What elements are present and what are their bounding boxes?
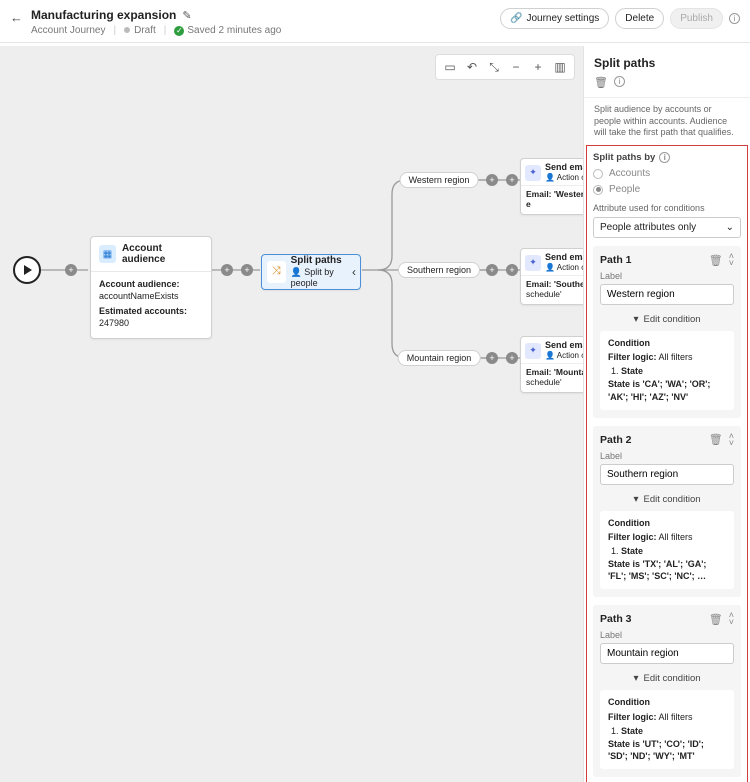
- add-node[interactable]: +: [506, 174, 518, 186]
- delete-button[interactable]: Delete: [615, 8, 664, 29]
- zoom-out-icon[interactable]: −: [508, 59, 524, 75]
- attribute-select[interactable]: People attributes only ⌄: [593, 217, 741, 238]
- canvas[interactable]: ▭ ↶ ⤡ − + ▥ + + + + + + + + +: [0, 46, 583, 782]
- saved-check-icon: ✓: [174, 26, 184, 36]
- add-node[interactable]: +: [221, 264, 233, 276]
- split-icon: ⤨: [267, 261, 286, 283]
- filter-icon: ▾: [633, 673, 638, 684]
- back-arrow-icon[interactable]: ←: [10, 10, 23, 25]
- side-panel: Split paths 🗑 i Split audience by accoun…: [583, 46, 750, 782]
- fit-icon[interactable]: ▭: [442, 59, 458, 75]
- add-node[interactable]: +: [486, 352, 498, 364]
- delete-node-icon[interactable]: 🗑: [594, 76, 608, 89]
- chevron-left-icon: ‹: [352, 265, 356, 279]
- audience-icon: ▦: [99, 245, 116, 263]
- journey-type: Account Journey: [31, 25, 106, 36]
- delete-path-icon[interactable]: 🗑: [709, 433, 723, 446]
- condition-summary: Condition Filter logic: All filters Stat…: [600, 511, 734, 590]
- edit-condition-button[interactable]: ▾Edit condition: [600, 314, 734, 325]
- add-node[interactable]: +: [486, 174, 498, 186]
- condition-summary: Condition Filter logic: All filters Stat…: [600, 690, 734, 769]
- header: ← Manufacturing expansion ✎ Account Jour…: [0, 0, 750, 43]
- status-badge: Draft: [134, 25, 156, 36]
- split-config-highlight: Split paths by i Accounts People Attribu…: [586, 145, 748, 782]
- path-name: Path 3: [600, 613, 703, 625]
- path-card: Path 2 🗑 ˄˅ Label ▾Edit condition Condit…: [593, 426, 741, 598]
- path-card: Path 3 🗑 ˄˅ Label ▾Edit condition Condit…: [593, 605, 741, 777]
- email-node[interactable]: ✦ Send ema👤 Action o Email: 'Mountainsch…: [520, 336, 583, 393]
- info-icon[interactable]: i: [659, 152, 670, 163]
- zoom-in-icon[interactable]: +: [530, 59, 546, 75]
- saved-text: Saved 2 minutes ago: [187, 25, 281, 36]
- chevron-down-icon: ⌄: [726, 222, 734, 233]
- path-name: Path 1: [600, 254, 703, 266]
- path-card: Path 1 🗑 ˄˅ Label ▾Edit condition Condit…: [593, 246, 741, 418]
- audience-node[interactable]: ▦ Account audience Account audience: acc…: [90, 236, 212, 339]
- edit-title-icon[interactable]: ✎: [182, 9, 191, 22]
- filter-icon: ▾: [633, 494, 638, 505]
- edit-condition-button[interactable]: ▾Edit condition: [600, 494, 734, 505]
- add-node[interactable]: +: [506, 352, 518, 364]
- delete-path-icon[interactable]: 🗑: [709, 613, 723, 626]
- info-icon[interactable]: i: [729, 13, 740, 24]
- email-node[interactable]: ✦ Send ema👤 Action o Email: 'Western e: [520, 158, 583, 215]
- info-icon[interactable]: i: [614, 76, 625, 87]
- add-node[interactable]: +: [486, 264, 498, 276]
- edit-condition-button[interactable]: ▾Edit condition: [600, 673, 734, 684]
- journey-settings-button[interactable]: 🔗Journey settings: [500, 8, 609, 29]
- map-icon[interactable]: ▥: [552, 59, 568, 75]
- path-label-input[interactable]: [600, 643, 734, 664]
- start-node[interactable]: [13, 256, 41, 284]
- add-node[interactable]: +: [65, 264, 77, 276]
- radio-people: People: [593, 184, 741, 195]
- action-icon: ✦: [525, 343, 541, 359]
- page-title: Manufacturing expansion: [31, 8, 176, 22]
- email-node[interactable]: ✦ Send ema👤 Action o Email: 'Southernsch…: [520, 248, 583, 305]
- branch-label[interactable]: Western region: [400, 172, 479, 188]
- filter-icon: ▾: [633, 314, 638, 325]
- radio-accounts: Accounts: [593, 168, 741, 179]
- canvas-toolbar: ▭ ↶ ⤡ − + ▥: [435, 54, 575, 80]
- add-node[interactable]: +: [241, 264, 253, 276]
- action-icon: ✦: [525, 165, 541, 181]
- undo-icon[interactable]: ↶: [464, 59, 480, 75]
- action-icon: ✦: [525, 255, 541, 271]
- audience-title: Account audience: [122, 243, 203, 265]
- attribute-label: Attribute used for conditions: [593, 203, 741, 213]
- collapse-icon[interactable]: ⤡: [486, 59, 502, 75]
- move-down-icon[interactable]: ˅: [729, 440, 734, 447]
- panel-description: Split audience by accounts or people wit…: [584, 98, 750, 145]
- split-node[interactable]: ⤨ Split paths 👤 Split by people ‹: [261, 254, 361, 290]
- panel-title: Split paths: [594, 56, 740, 70]
- split-title: Split paths: [291, 255, 352, 267]
- branch-label[interactable]: Southern region: [398, 262, 480, 278]
- branch-label[interactable]: Mountain region: [398, 350, 481, 366]
- move-down-icon[interactable]: ˅: [729, 260, 734, 267]
- condition-summary: Condition Filter logic: All filters Stat…: [600, 331, 734, 410]
- delete-path-icon[interactable]: 🗑: [709, 254, 723, 267]
- move-down-icon[interactable]: ˅: [729, 619, 734, 626]
- path-name: Path 2: [600, 434, 703, 446]
- path-label-input[interactable]: [600, 284, 734, 305]
- settings-link-icon: 🔗: [510, 13, 522, 24]
- add-node[interactable]: +: [506, 264, 518, 276]
- publish-button: Publish: [670, 8, 723, 29]
- path-label-input[interactable]: [600, 464, 734, 485]
